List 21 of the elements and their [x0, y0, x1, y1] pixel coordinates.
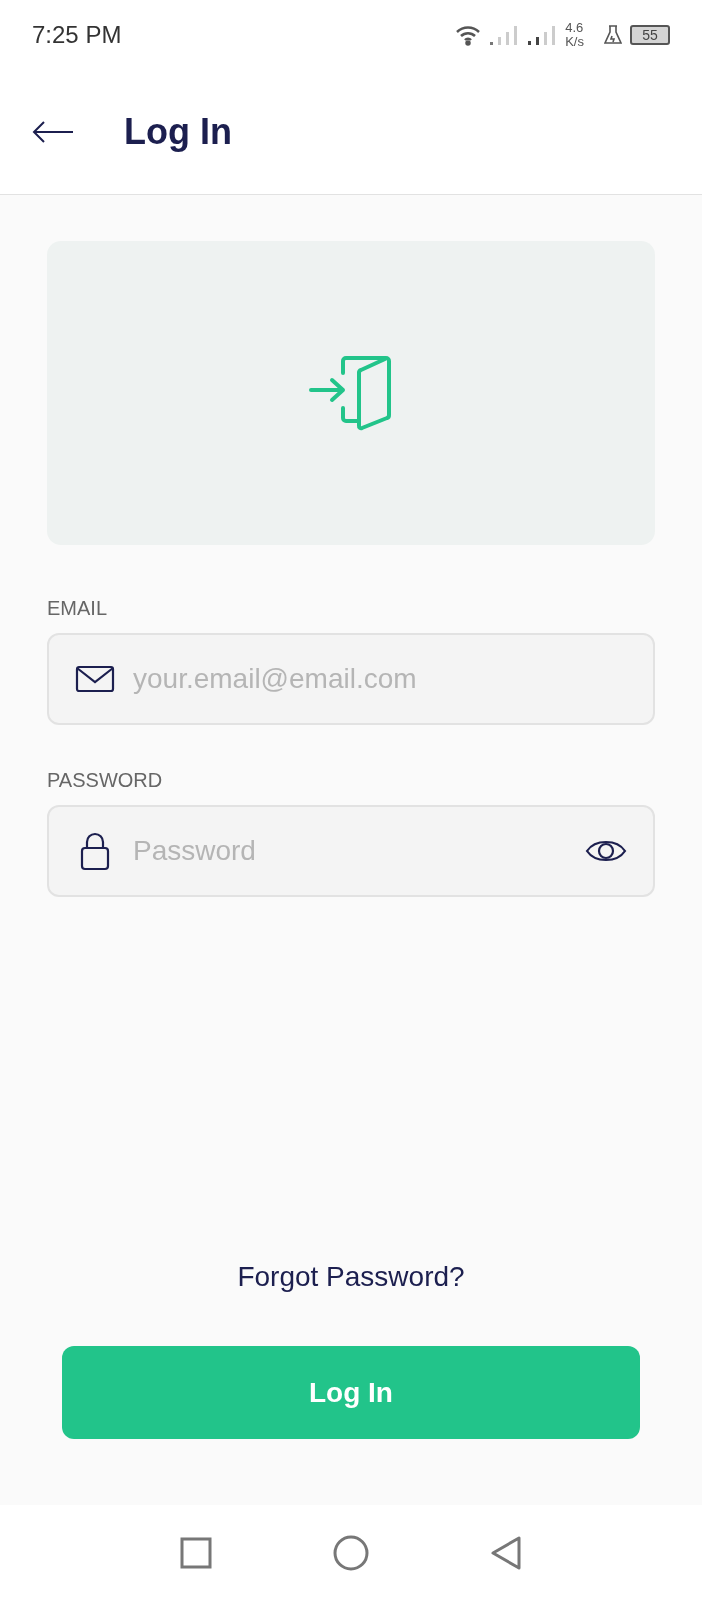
door-enter-icon — [309, 353, 393, 433]
field-label: PASSWORD — [47, 768, 164, 793]
network-speed: 4.6 — [565, 21, 584, 35]
lock-icon — [80, 831, 110, 871]
email-field[interactable]: your.email@email.com — [47, 633, 655, 725]
home-icon[interactable] — [333, 1534, 369, 1571]
back-arrow-icon — [32, 120, 74, 144]
signal-icon — [489, 24, 520, 46]
field-label: EMAIL — [47, 596, 109, 621]
forgot-password-link[interactable]: Forgot Password? — [237, 1256, 465, 1298]
signal-icon — [527, 24, 558, 46]
status-time: 7:25 PM — [32, 20, 122, 50]
back-icon[interactable] — [489, 1535, 522, 1570]
battery-indicator: 55 — [630, 25, 670, 45]
flask-icon — [604, 25, 622, 45]
wifi-icon — [455, 24, 482, 46]
recent-apps-icon[interactable] — [180, 1536, 213, 1569]
page-title: Log In — [124, 110, 232, 154]
mail-icon — [75, 665, 115, 693]
network-speed-unit: K/s — [565, 35, 584, 49]
password-field[interactable]: Password — [47, 805, 655, 897]
